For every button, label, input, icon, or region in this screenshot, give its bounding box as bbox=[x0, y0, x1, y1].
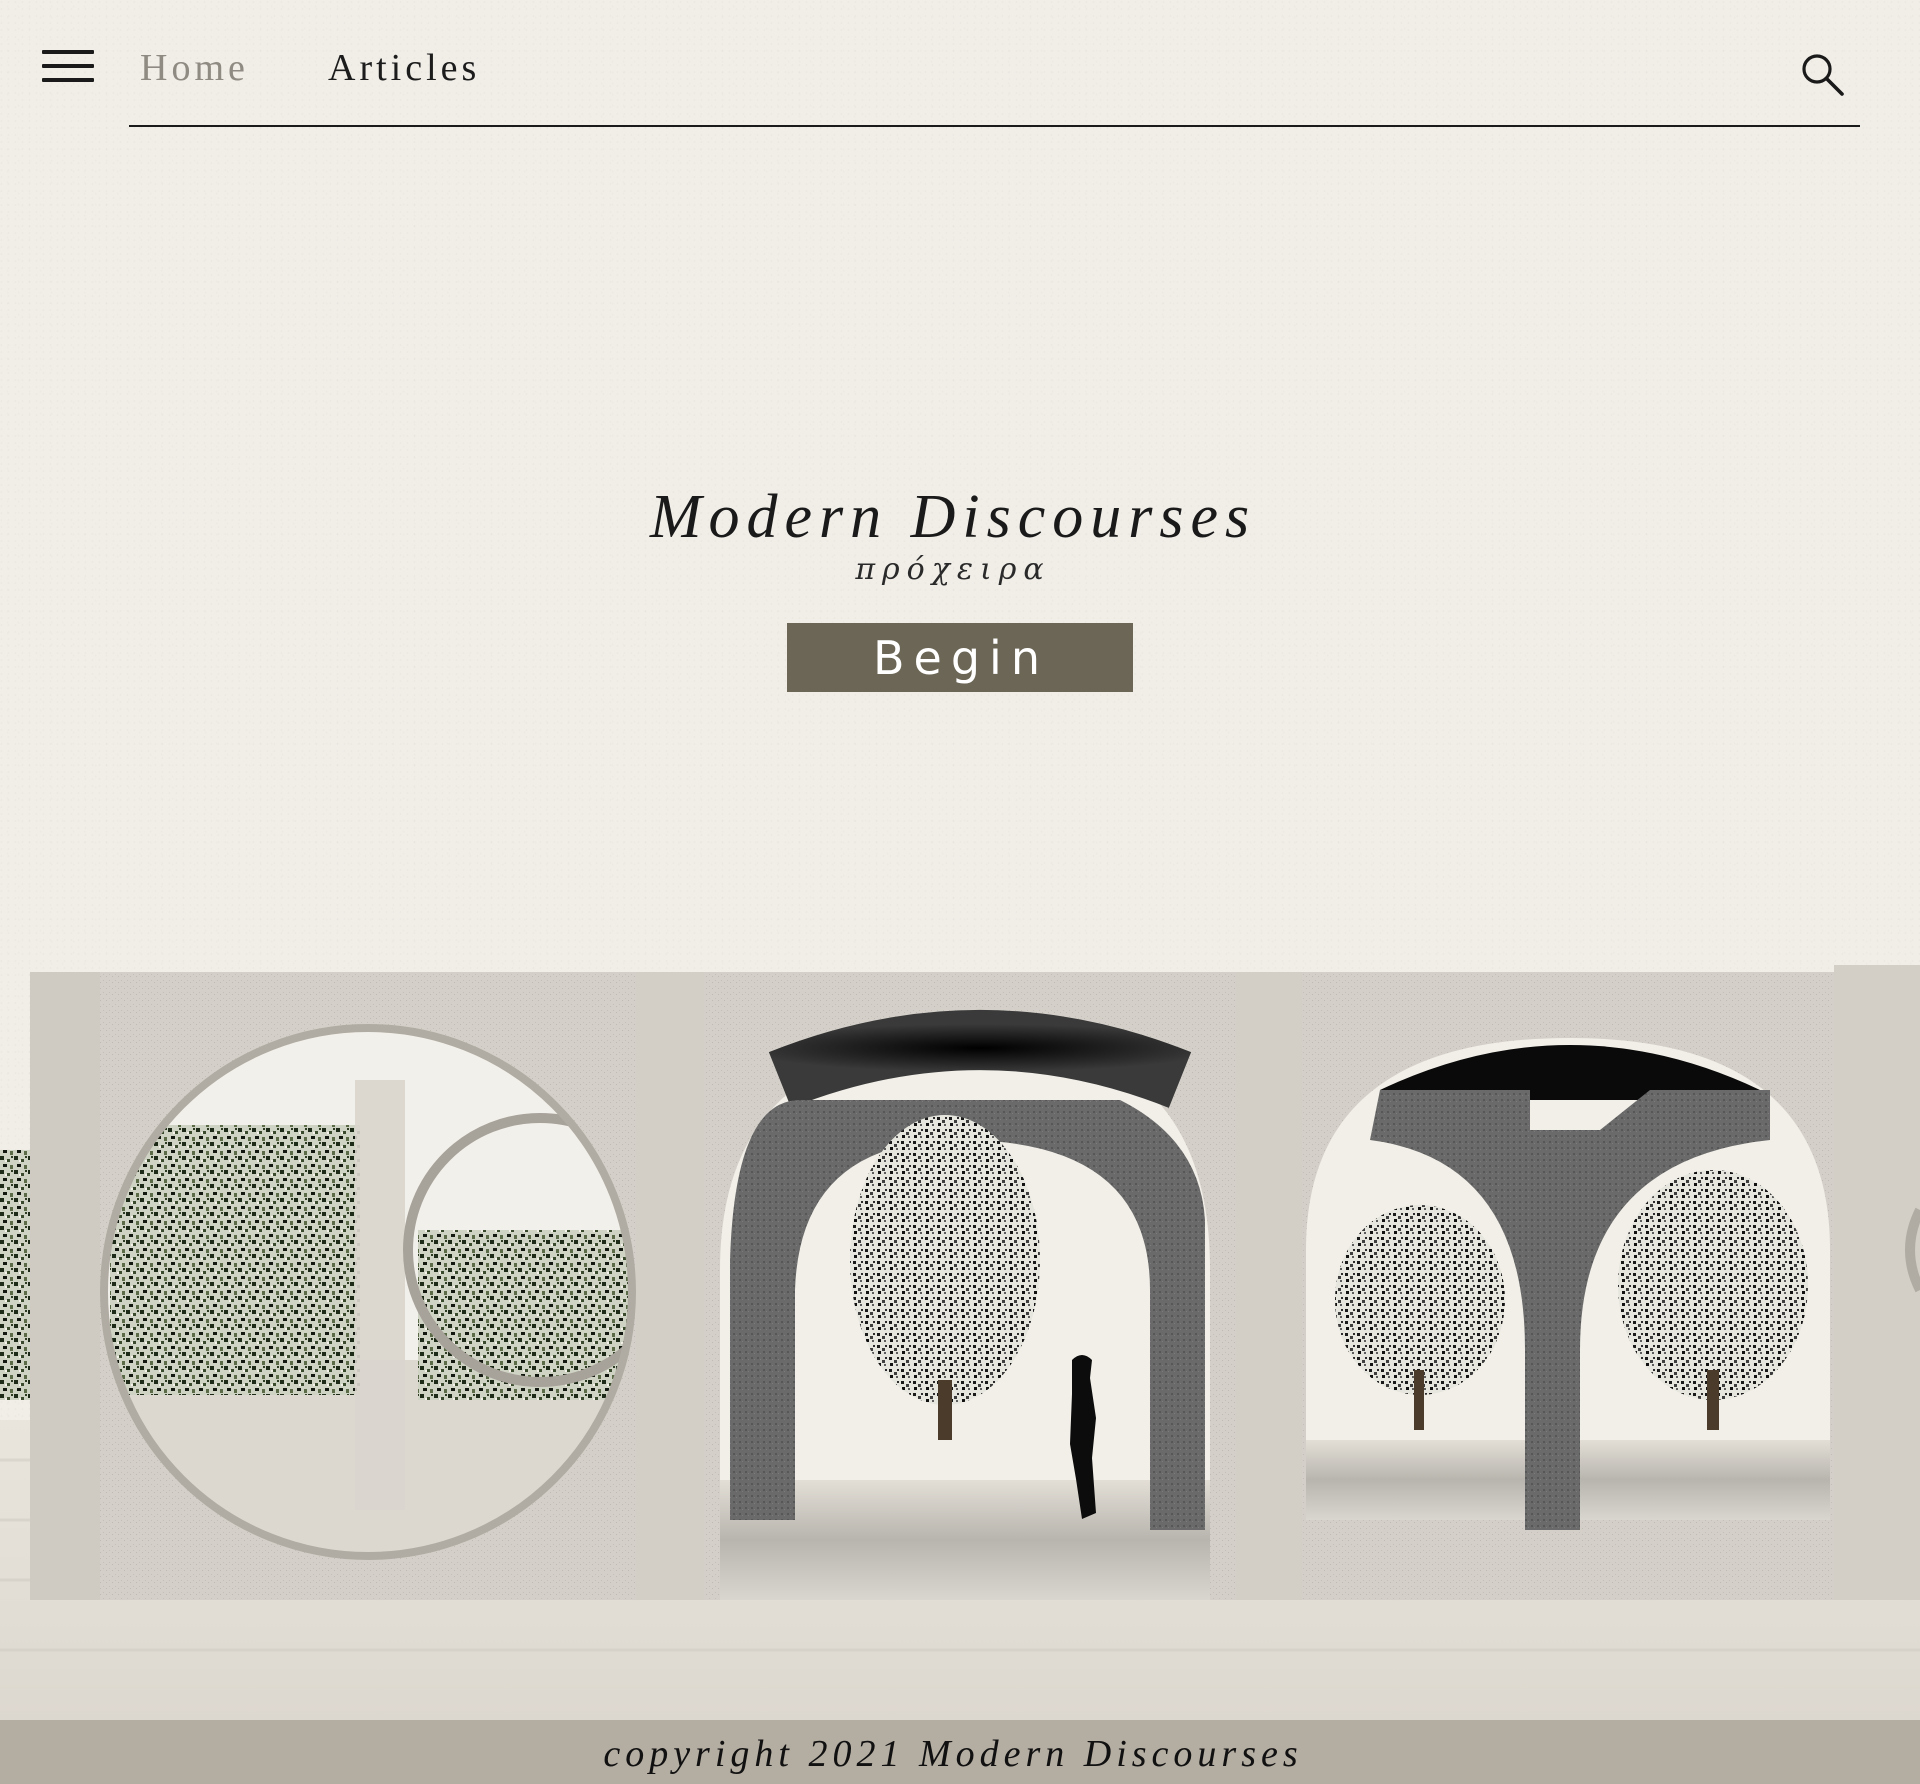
search-icon[interactable] bbox=[1800, 52, 1846, 98]
nav-divider bbox=[129, 125, 1860, 127]
copyright-text: copyright 2021 Modern Discourses bbox=[603, 1733, 1303, 1775]
begin-button[interactable]: Begin bbox=[787, 623, 1133, 692]
site-title: Modern Discourses bbox=[649, 483, 1257, 551]
hamburger-menu-icon[interactable] bbox=[42, 50, 94, 86]
top-navigation: Home Articles bbox=[0, 0, 1920, 130]
nav-link-home[interactable]: Home bbox=[140, 46, 249, 90]
colonnade-illustration bbox=[0, 965, 1920, 1720]
footer: copyright 2021 Modern Discourses bbox=[0, 1720, 1920, 1784]
nav-link-articles[interactable]: Articles bbox=[328, 46, 480, 90]
site-subtitle: πρόχειρα bbox=[855, 552, 1051, 587]
